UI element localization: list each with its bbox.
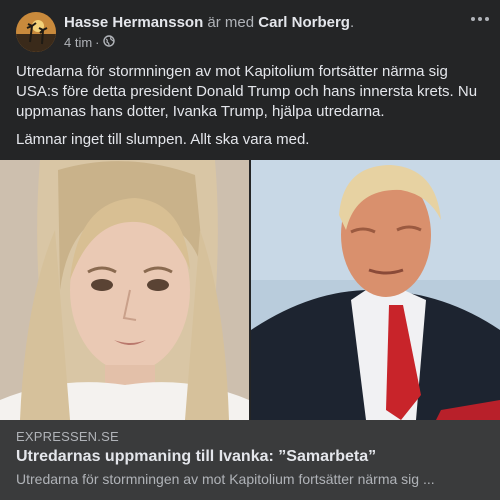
more-icon[interactable] [470,12,490,22]
facebook-post: Hasse Hermansson är med Carl Norberg. 4 … [0,0,500,500]
tagged-suffix: . [349,14,355,31]
link-title[interactable]: Utredarnas uppmaning till Ivanka: ”Samar… [16,448,376,466]
with-text: är med [207,14,255,31]
link-description: Utredarna för stormningen av mot Kapitol… [16,471,435,487]
photo-woman [0,160,249,420]
post-meta: 4 tim · [64,35,115,51]
post-paragraph-1: Utredarna för stormningen av mot Kapitol… [16,63,478,120]
link-image[interactable] [0,160,500,420]
author-line: Hasse Hermansson är med Carl Norberg. [64,14,354,32]
post-paragraph-2: Lämnar inget till slumpen. Allt ska vara… [16,131,310,148]
avatar[interactable] [16,12,56,52]
globe-icon [102,35,115,51]
link-preview[interactable]: EXPRESSEN.SE Utredarnas uppmaning till I… [0,420,500,500]
link-domain: EXPRESSEN.SE [16,429,119,444]
post-header: Hasse Hermansson är med Carl Norberg. 4 … [16,12,484,52]
meta-separator: · [95,35,100,50]
author-name[interactable]: Hasse Hermansson [64,14,203,31]
photo-man [251,160,500,420]
tagged-name[interactable]: Carl Norberg [258,14,350,31]
post-text: Utredarna för stormningen av mot Kapitol… [16,62,486,158]
post-time[interactable]: 4 tim [64,35,92,51]
